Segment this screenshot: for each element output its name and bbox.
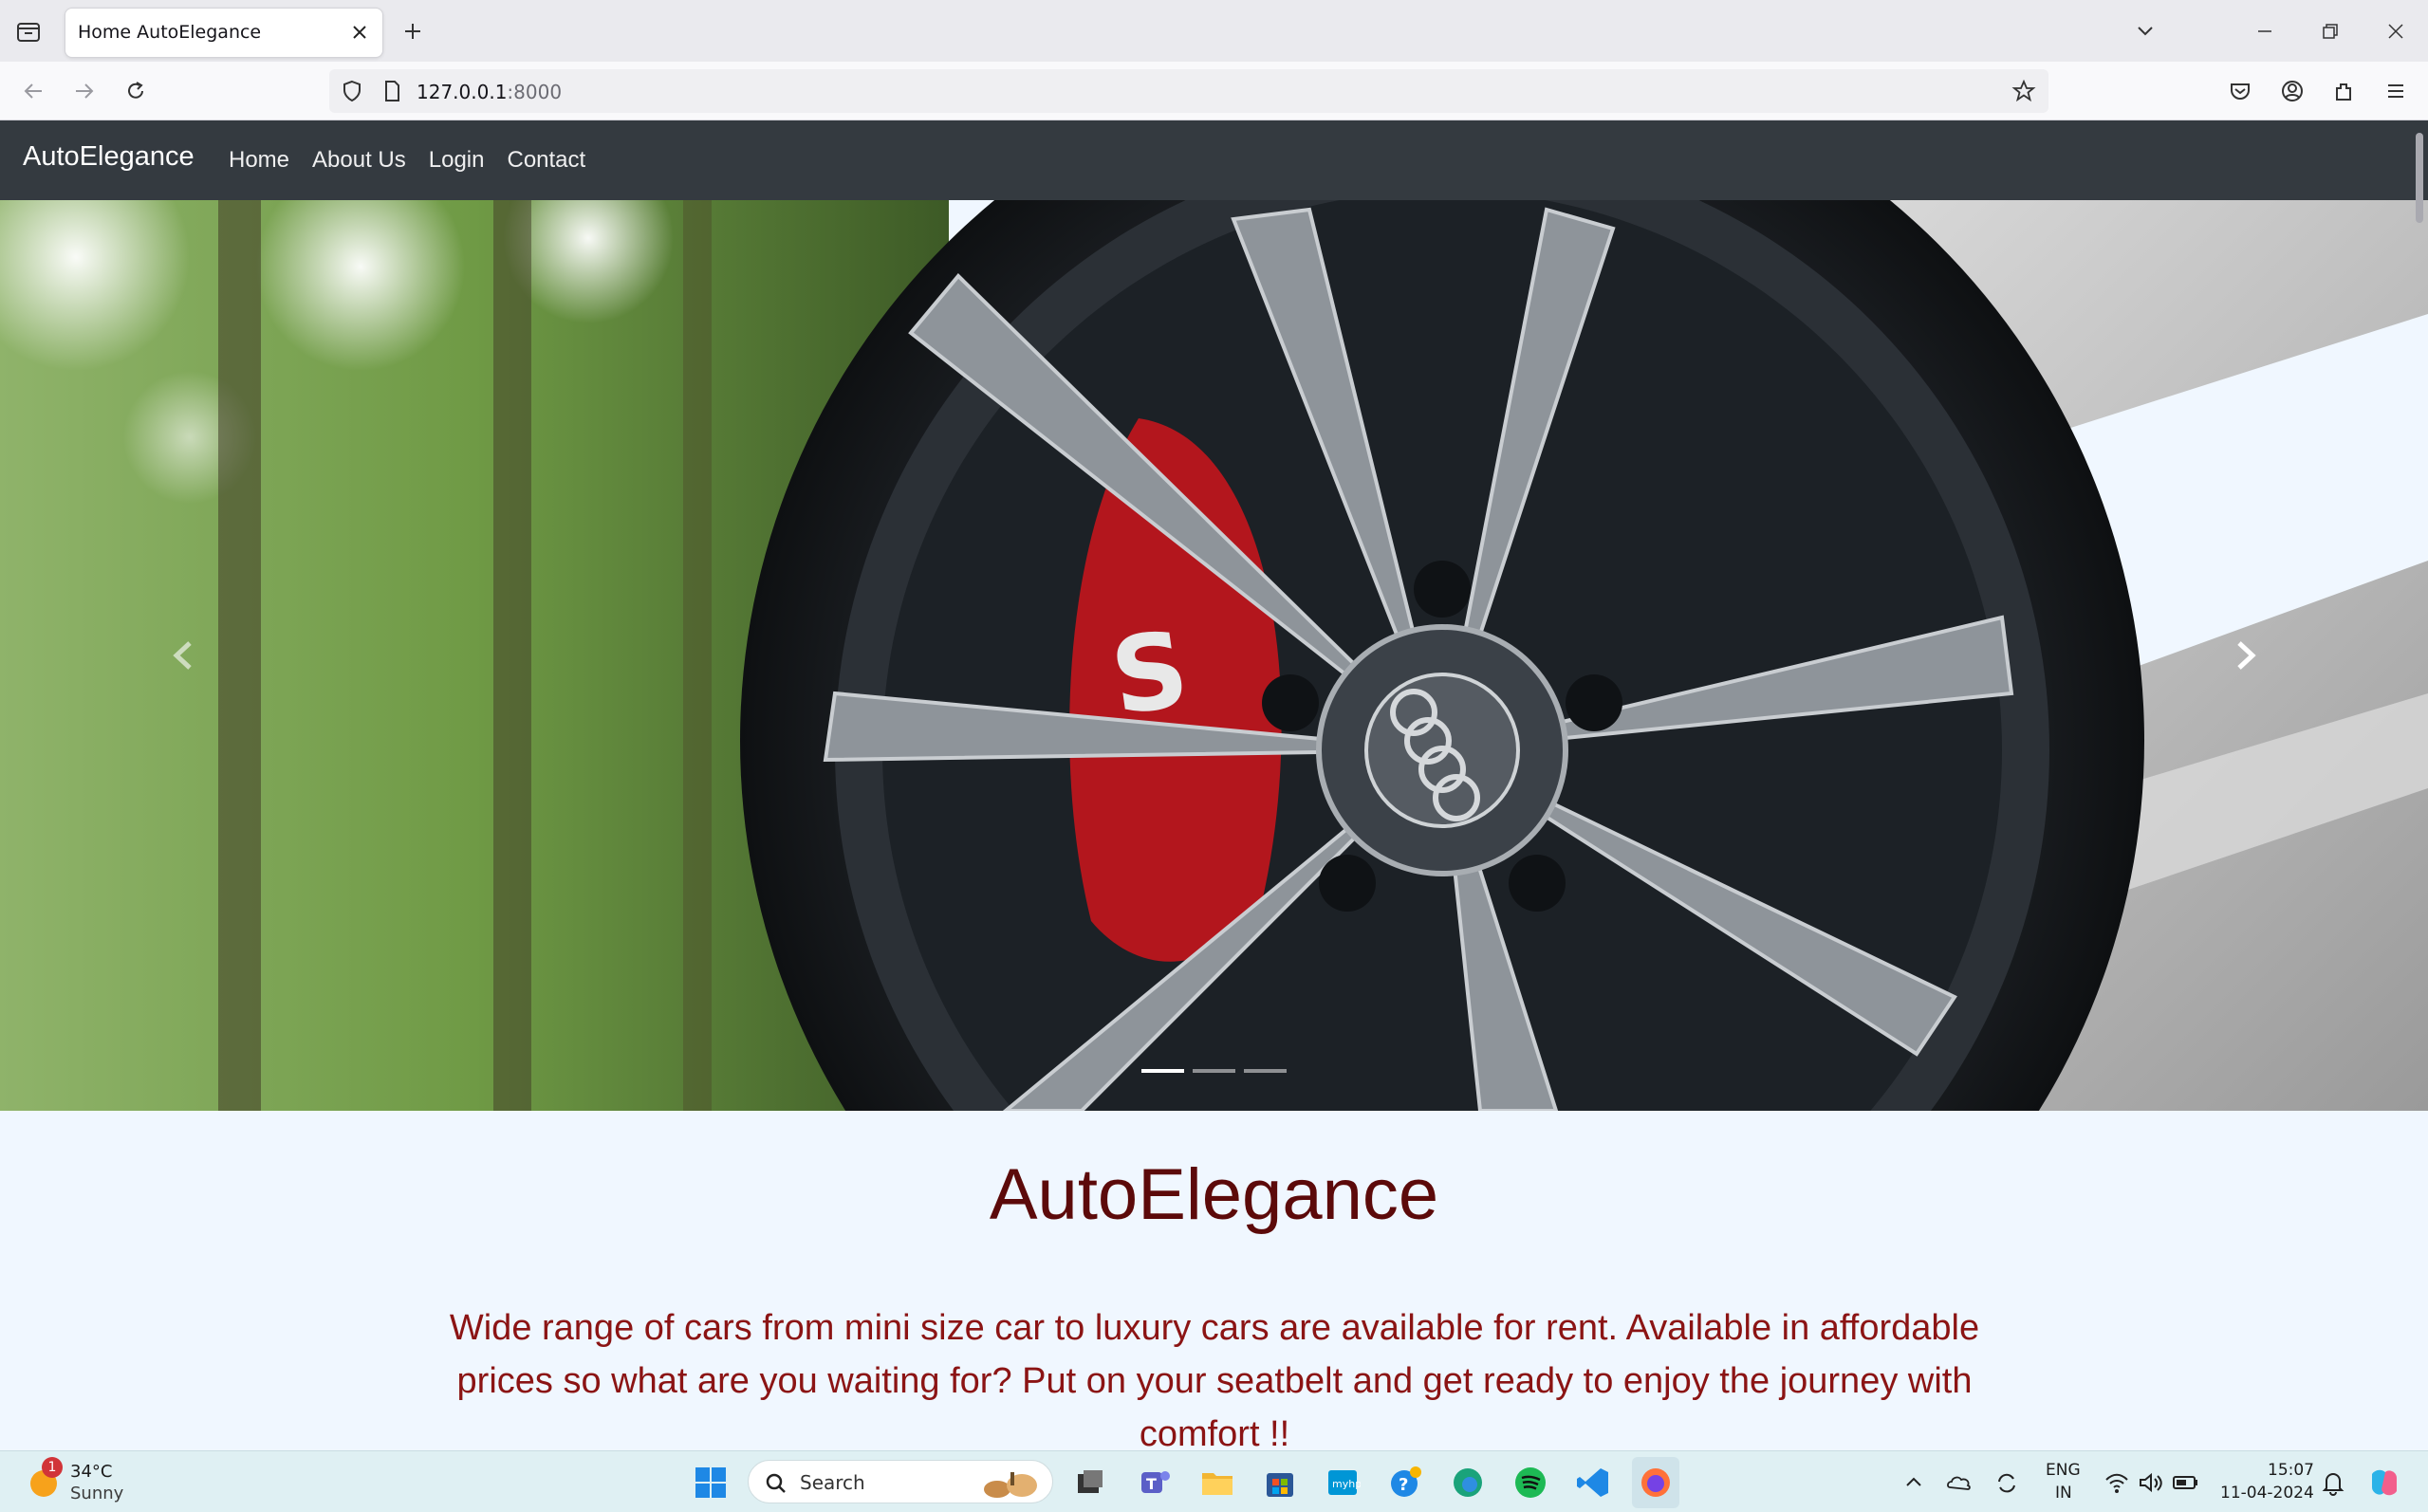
clock-time[interactable]: 15:07	[2268, 1461, 2314, 1480]
svg-text:T: T	[1146, 1475, 1157, 1493]
close-tab-icon[interactable]	[348, 21, 371, 44]
nav-link-home[interactable]: Home	[229, 147, 289, 174]
page-scrollbar[interactable]	[2416, 133, 2423, 223]
svg-text:myhp: myhp	[1332, 1478, 1361, 1490]
reload-icon[interactable]	[121, 77, 150, 105]
notification-bell-icon[interactable]	[2319, 1465, 2347, 1501]
page-title: AutoElegance	[989, 1154, 1439, 1235]
taskbar-search[interactable]: Search	[748, 1460, 1053, 1503]
browser-tab-active[interactable]: Home AutoElegance	[65, 9, 382, 57]
search-highlight-icon	[984, 1472, 1037, 1498]
svg-text:?: ?	[1399, 1475, 1408, 1495]
carousel-indicator-2[interactable]	[1193, 1069, 1235, 1073]
url-host: 127.0.0.1	[417, 81, 508, 103]
edge-icon[interactable]	[1450, 1465, 1486, 1501]
nav-link-login[interactable]: Login	[429, 147, 485, 174]
minimize-icon[interactable]	[2251, 17, 2279, 46]
task-view-icon[interactable]	[1072, 1465, 1108, 1501]
wifi-icon[interactable]	[2103, 1465, 2131, 1501]
spotify-icon[interactable]	[1512, 1465, 1548, 1501]
tab-title: Home AutoElegance	[78, 22, 262, 43]
teams-icon[interactable]: T	[1137, 1465, 1173, 1501]
intro-section: AutoElegance Wide range of cars from min…	[0, 1111, 2428, 1454]
close-window-icon[interactable]	[2382, 17, 2410, 46]
copilot-icon[interactable]	[2366, 1465, 2402, 1501]
site-navbar: AutoElegance Home About Us Login Contact	[0, 120, 2428, 200]
file-explorer-icon[interactable]	[1199, 1465, 1235, 1501]
account-icon[interactable]	[2278, 77, 2307, 105]
carousel-indicator-3[interactable]	[1244, 1069, 1287, 1073]
url-port: :8000	[507, 81, 563, 103]
weather-condition: Sunny	[70, 1484, 124, 1503]
carousel-prev-icon[interactable]	[154, 622, 211, 689]
bookmark-star-icon[interactable]	[2011, 78, 2037, 104]
weather-badge: 1	[42, 1457, 63, 1478]
shield-icon[interactable]	[339, 78, 365, 104]
search-icon	[766, 1473, 786, 1493]
forward-icon[interactable]	[70, 77, 99, 105]
url-text: 127.0.0.1:8000	[417, 81, 562, 103]
carousel-indicator-1[interactable]	[1141, 1069, 1184, 1073]
firefox-icon[interactable]	[1638, 1465, 1674, 1501]
restore-icon[interactable]	[2316, 17, 2345, 46]
battery-icon[interactable]	[2171, 1465, 2199, 1501]
carousel-next-icon[interactable]	[2218, 622, 2275, 689]
nav-link-contact[interactable]: Contact	[507, 147, 585, 174]
nav-link-about[interactable]: About Us	[312, 147, 406, 174]
chevron-up-icon[interactable]	[1900, 1465, 1928, 1501]
sync-icon[interactable]	[1992, 1465, 2021, 1501]
microsoft-store-icon[interactable]	[1262, 1465, 1298, 1501]
browser-tab-bar: Home AutoElegance	[0, 0, 2428, 62]
language-region[interactable]: IN	[2055, 1484, 2072, 1503]
windows-start-icon[interactable]	[693, 1465, 729, 1501]
site-brand[interactable]: AutoElegance	[23, 141, 195, 173]
hero-carousel: S	[0, 200, 2428, 1111]
carousel-indicators	[1141, 1069, 1287, 1073]
back-icon[interactable]	[19, 77, 47, 105]
page-icon[interactable]	[379, 78, 405, 104]
browser-toolbar: 127.0.0.1:8000	[0, 62, 2428, 120]
new-tab-icon[interactable]	[398, 17, 427, 46]
tab-list-icon[interactable]	[13, 17, 44, 46]
vscode-icon[interactable]	[1575, 1465, 1611, 1501]
intro-paragraph: Wide range of cars from mini size car to…	[449, 1308, 1980, 1454]
chevron-down-icon[interactable]	[2131, 17, 2159, 46]
myhp-icon[interactable]: myhp	[1325, 1465, 1361, 1501]
carousel-slide-image: S	[0, 200, 2428, 1111]
extensions-icon[interactable]	[2329, 77, 2358, 105]
language-code[interactable]: ENG	[2046, 1461, 2081, 1480]
site-nav-links: Home About Us Login Contact	[229, 147, 608, 174]
get-help-icon[interactable]: ?	[1387, 1465, 1423, 1501]
clock-date[interactable]: 11-04-2024	[2220, 1484, 2314, 1503]
onedrive-icon[interactable]	[1945, 1465, 1974, 1501]
weather-temp: 34°C	[70, 1462, 113, 1482]
volume-icon[interactable]	[2137, 1465, 2165, 1501]
menu-icon[interactable]	[2382, 77, 2410, 105]
windows-taskbar: 1 34°C Sunny Search T myhp ? ENG IN 15:0…	[0, 1450, 2428, 1512]
search-label: Search	[800, 1471, 865, 1494]
address-bar[interactable]: 127.0.0.1:8000	[329, 69, 2048, 113]
pocket-icon[interactable]	[2226, 77, 2254, 105]
